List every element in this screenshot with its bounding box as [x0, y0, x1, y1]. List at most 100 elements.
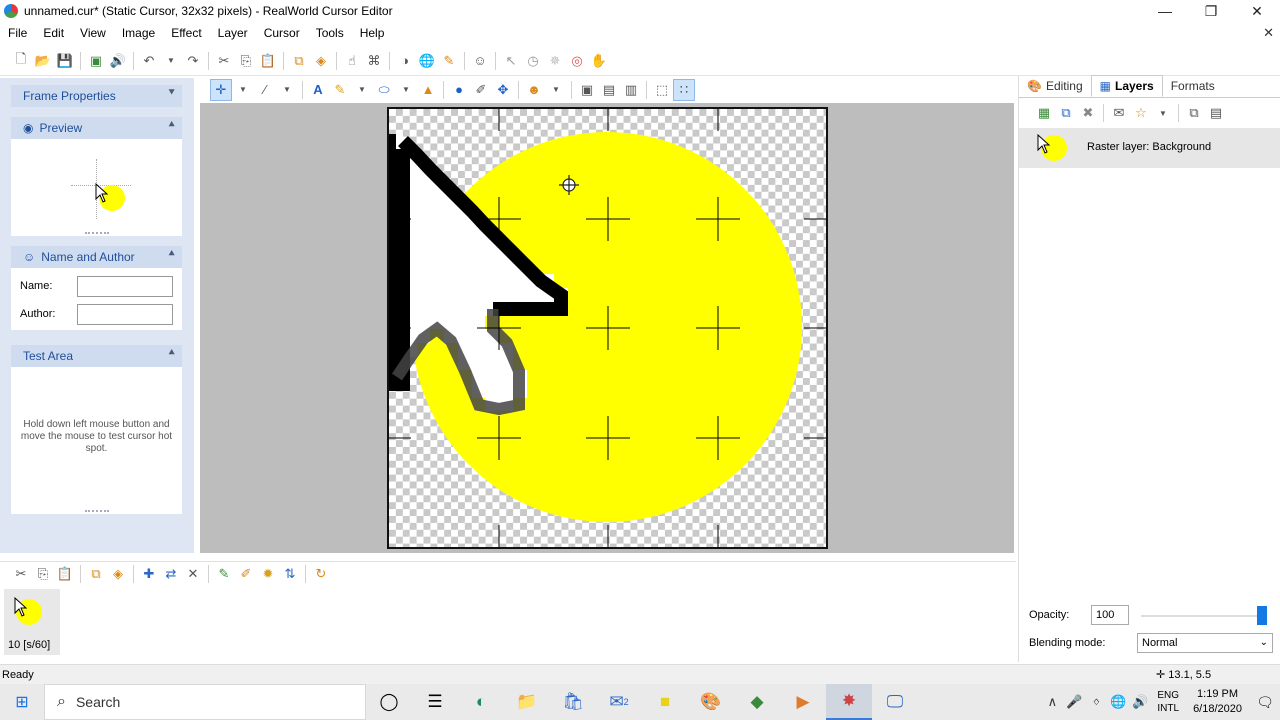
contrast-icon[interactable]: ◑ [394, 50, 416, 72]
new-layer-icon[interactable]: ▦ [1033, 102, 1055, 124]
menu-image[interactable]: Image [114, 22, 163, 44]
microphone-icon[interactable]: 🎤 [1063, 694, 1085, 710]
move-layer-down-icon[interactable]: ▤ [1205, 102, 1227, 124]
chevron-up-icon[interactable]: ∧ [1041, 694, 1063, 710]
stack-app-icon[interactable]: ◆ [734, 684, 780, 720]
resize-grip[interactable] [85, 232, 109, 234]
clock-icon[interactable]: ◷ [522, 50, 544, 72]
mail-icon[interactable]: ✉ 2 [596, 684, 642, 720]
opacity-slider-thumb[interactable] [1257, 606, 1267, 625]
paste-frame-icon[interactable]: 📋 [54, 563, 76, 585]
add-frame-icon[interactable]: ✚ [138, 563, 160, 585]
redo-icon[interactable]: ↷ [182, 50, 204, 72]
refresh-icon[interactable]: ↻ [310, 563, 332, 585]
notification-icon[interactable]: 🗨 [1250, 694, 1280, 711]
frame-properties-header[interactable]: Frame Properties ⯆ [11, 85, 182, 107]
hand-pointer-icon[interactable]: ☝ [341, 50, 363, 72]
paste-icon[interactable]: 📋 [257, 50, 279, 72]
tab-formats[interactable]: Formats [1163, 75, 1223, 97]
chevron-up-icon[interactable]: ⯅ [167, 248, 176, 261]
menu-file[interactable]: File [0, 22, 35, 44]
chevron-down-icon[interactable]: ⯆ [167, 87, 176, 100]
resize-grip[interactable] [85, 510, 109, 512]
menu-edit[interactable]: Edit [35, 22, 72, 44]
restore-icon[interactable]: ❐ [1188, 0, 1234, 22]
eyedropper-icon[interactable]: ✐ [470, 79, 492, 101]
tab-layers[interactable]: ▦ Layers [1090, 75, 1163, 97]
layers-icon[interactable]: ◈ [310, 50, 332, 72]
undo-dropdown-icon[interactable]: ▼ [160, 50, 182, 72]
cut-frame-icon[interactable]: ✂ [10, 563, 32, 585]
grid-toggle-icon[interactable]: ∷ [673, 78, 695, 101]
duplicate-frame-icon[interactable]: ◈ [107, 563, 129, 585]
move-frame-icon[interactable]: ⇄ [160, 563, 182, 585]
bluetooth-icon[interactable]: ᛜ [1085, 695, 1107, 710]
duplicate-layer-icon[interactable]: ⧉ [1055, 102, 1077, 124]
layer-copy-icon[interactable]: ▣ [576, 79, 598, 101]
fill-tool-icon[interactable]: ▲ [417, 79, 439, 101]
remote-desktop-icon[interactable]: 🖵 [872, 684, 918, 720]
ellipse-tool-icon[interactable]: ⬭ [373, 79, 395, 101]
user-icon[interactable]: ☺ [469, 50, 491, 72]
layer-stack-icon[interactable]: ▥ [620, 79, 642, 101]
menu-effect[interactable]: Effect [163, 22, 209, 44]
preview-header[interactable]: ◉ Preview ⯅ [11, 117, 182, 139]
close-icon[interactable]: ✕ [1234, 0, 1280, 22]
line-tool-icon[interactable]: ∕ [254, 79, 276, 101]
frame-pencil-icon[interactable]: ✐ [235, 563, 257, 585]
text-tool-icon[interactable]: A [307, 79, 329, 101]
video-app-icon[interactable]: ▶ [780, 684, 826, 720]
opacity-slider-track[interactable] [1141, 615, 1261, 617]
pencil-icon[interactable]: ✎ [438, 50, 460, 72]
copy-icon[interactable]: ⎘ [235, 50, 257, 72]
paint-app-icon[interactable]: 🎨 [688, 684, 734, 720]
store-icon[interactable]: 🛍 [550, 684, 596, 720]
layer-properties-icon[interactable]: ✉ [1108, 102, 1130, 124]
globe-icon[interactable]: 🌐 [416, 50, 438, 72]
busy-icon[interactable]: ✵ [544, 50, 566, 72]
hotspot-icon[interactable]: ⌘ [363, 50, 385, 72]
new-file-icon[interactable]: 🗋 [10, 50, 32, 72]
hotspot-tool-icon[interactable]: ✥ [492, 79, 514, 101]
menu-layer[interactable]: Layer [210, 22, 256, 44]
test-area-header[interactable]: Test Area ⯅ [11, 345, 182, 367]
cortana-icon[interactable]: ◯ [366, 684, 412, 720]
windows-start-icon[interactable]: ⊞ [0, 684, 44, 720]
layer-effects-icon[interactable]: ☆ [1130, 102, 1152, 124]
menu-view[interactable]: View [72, 22, 114, 44]
stamp-dropdown-icon[interactable]: ▼ [545, 79, 567, 101]
undo-icon[interactable]: ↶ [138, 50, 160, 72]
layer-effects-dropdown-icon[interactable]: ▼ [1152, 102, 1174, 124]
language-indicator[interactable]: ENG INTL [1157, 689, 1179, 715]
frame-effect-icon[interactable]: ✹ [257, 563, 279, 585]
line-dropdown-icon[interactable]: ▼ [276, 79, 298, 101]
name-author-header[interactable]: ☺ Name and Author ⯅ [11, 246, 182, 268]
edge-icon[interactable]: ◐ [458, 684, 504, 720]
tab-editing[interactable]: 🎨 Editing [1019, 75, 1091, 97]
selection-icon[interactable]: ⬚ [651, 79, 673, 101]
drop-tool-icon[interactable]: ● [448, 79, 470, 101]
lifebuoy-icon[interactable]: ◎ [566, 50, 588, 72]
chevron-up-icon[interactable]: ⯅ [167, 347, 176, 360]
network-icon[interactable]: 🌐 [1107, 694, 1129, 710]
insert-frame-icon[interactable]: ⧉ [85, 563, 107, 585]
duplicate-icon[interactable]: ⧉ [288, 50, 310, 72]
author-input[interactable] [77, 304, 173, 325]
arrow-cursor-icon[interactable]: ↖ [500, 50, 522, 72]
ellipse-dropdown-icon[interactable]: ▼ [395, 79, 417, 101]
copy-frame-icon[interactable]: ⎘ [32, 563, 54, 585]
chevron-up-icon[interactable]: ⯅ [167, 119, 176, 132]
cursor-editor-taskbar-icon[interactable]: ✸ [826, 684, 872, 720]
brush-dropdown-icon[interactable]: ▼ [351, 79, 373, 101]
task-view-icon[interactable]: ☰ [412, 684, 458, 720]
move-layer-up-icon[interactable]: ⧉ [1183, 102, 1205, 124]
close-document-icon[interactable]: ✕ [1263, 25, 1274, 41]
test-area-panel[interactable]: Hold down left mouse button and move the… [11, 367, 182, 514]
speaker-icon[interactable]: 🔊 [107, 50, 129, 72]
layer-merge-icon[interactable]: ▤ [598, 79, 620, 101]
minimize-icon[interactable]: — [1142, 0, 1188, 22]
volume-icon[interactable]: 🔊 [1129, 694, 1151, 710]
cut-icon[interactable]: ✂ [213, 50, 235, 72]
sticky-notes-icon[interactable]: ■ [642, 684, 688, 720]
move-tool-icon[interactable]: ✛ [210, 78, 232, 101]
